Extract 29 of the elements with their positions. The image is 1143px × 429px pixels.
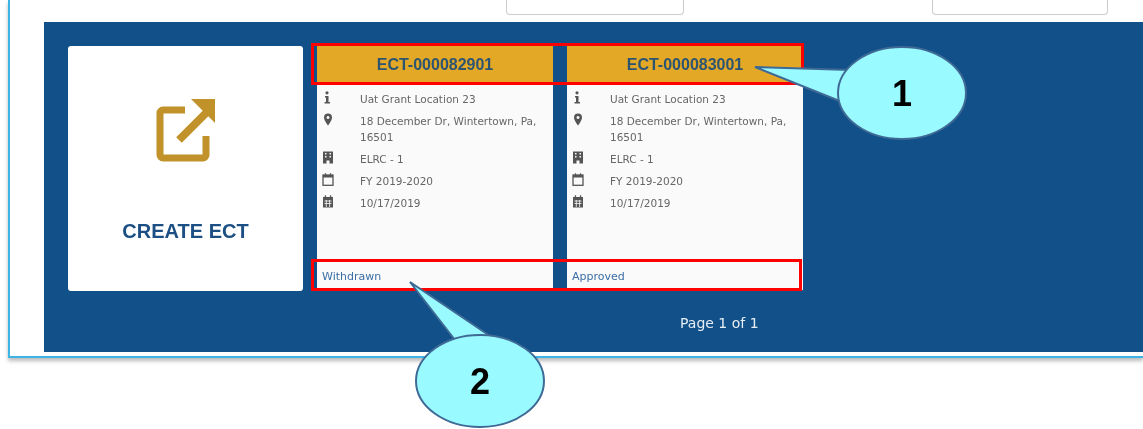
detail-text: ELRC - 1 [610,152,655,167]
building-icon [322,151,334,164]
detail-text: Uat Grant Location 23 [360,92,477,107]
calendar-icon [322,173,334,186]
ect-card[interactable]: ECT-000082901 Uat Grant Location 23 18 December Dr, Wintertown, Pa, 16501 ELRC - 1 FY 2019-2020 10/17/2019 Withdrawn [317,46,553,290]
ect-card[interactable]: ECT-000083001 Uat Grant Location 23 18 December Dr, Wintertown, Pa, 16501 ELRC - 1 FY 2019-2020 10/17/2019 Approved [567,46,803,290]
status-label: Approved [567,261,803,290]
detail-text: 10/17/2019 [610,196,672,211]
map-pin-icon [322,113,334,126]
building-icon [572,151,584,164]
detail-text: FY 2019-2020 [610,174,685,189]
detail-text: ELRC - 1 [360,152,405,167]
input-field[interactable] [506,0,684,15]
calendar-icon [572,173,584,186]
create-ect-tile[interactable]: CREATE ECT [68,46,303,291]
callout-number: 2 [470,361,490,402]
detail-text: 18 December Dr, Wintertown, Pa, 16501 [610,114,788,145]
map-pin-icon [572,113,584,126]
detail-text: FY 2019-2020 [360,174,435,189]
page-indicator: Page 1 of 1 [680,315,759,331]
calendar-icon [572,195,584,208]
dropdown-field[interactable] [932,0,1108,15]
detail-text: 10/17/2019 [360,196,422,211]
detail-text: 18 December Dr, Wintertown, Pa, 16501 [360,114,538,145]
detail-text: Uat Grant Location 23 [610,92,727,107]
calendar-icon [322,195,334,208]
create-label: CREATE ECT [122,220,249,243]
callout-number: 1 [892,73,912,114]
card-header: ECT-000082901 [317,46,553,83]
